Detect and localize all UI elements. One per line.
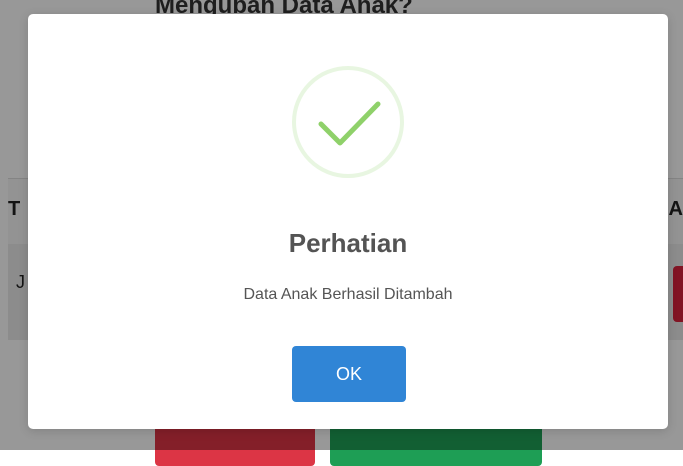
dialog-message: Data Anak Berhasil Ditambah <box>243 286 453 303</box>
success-check-icon <box>292 66 404 178</box>
ok-button[interactable]: OK <box>292 346 406 402</box>
alert-dialog: Perhatian Data Anak Berhasil Ditambah OK <box>28 14 668 429</box>
dialog-title: Perhatian <box>288 228 408 258</box>
